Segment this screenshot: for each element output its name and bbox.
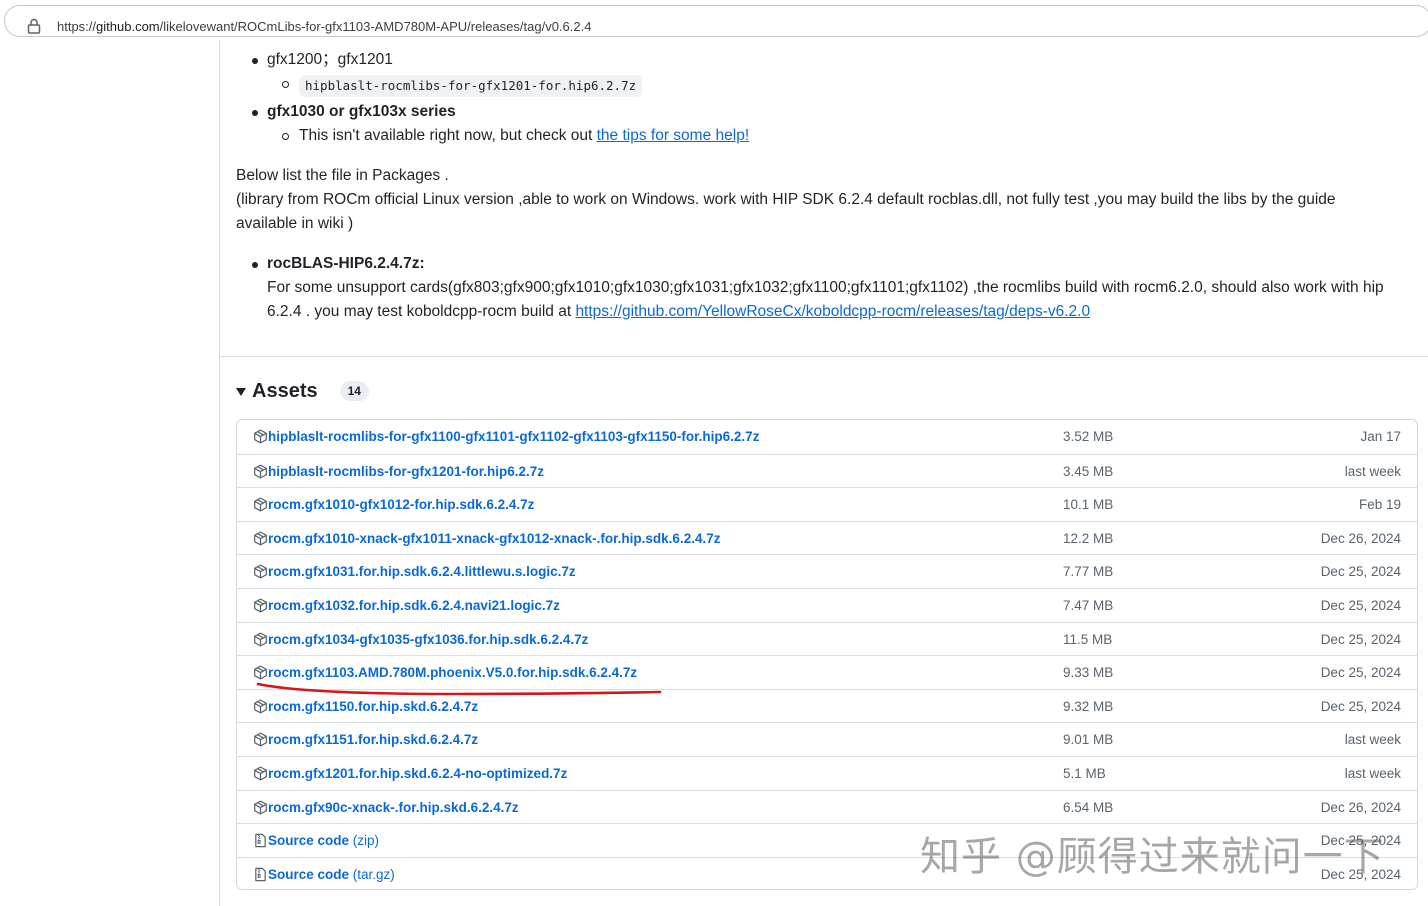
package-icon — [253, 665, 269, 681]
asset-row: rocm.gfx1010-gfx1012-for.hip.sdk.6.2.4.7… — [237, 487, 1417, 521]
asset-download-link[interactable]: rocm.gfx1010-gfx1012-for.hip.sdk.6.2.4.7… — [268, 497, 534, 512]
asset-date: last week — [1344, 732, 1401, 748]
rocblas-title: rocBLAS-HIP6.2.4.7z: — [267, 255, 425, 272]
asset-size: 11.5 MB — [1063, 631, 1113, 647]
package-icon — [253, 800, 269, 816]
package-icon — [253, 598, 269, 614]
package-icon — [253, 464, 269, 480]
asset-row: rocm.gfx1201.for.hip.skd.6.2.4-no-optimi… — [237, 755, 1417, 790]
asset-size: 5.1 MB — [1063, 765, 1106, 781]
asset-size: 6.54 MB — [1063, 799, 1114, 815]
asset-download-link[interactable]: rocm.gfx1103.AMD.780M.phoenix.V5.0.for.h… — [268, 665, 637, 680]
inline-code: hipblaslt-rocmlibs-for-gfx1201-for.hip6.… — [299, 75, 643, 97]
browser-address-bar: https://github.com/likelovewant/ROCmLibs… — [0, 0, 1428, 40]
package-icon — [253, 497, 269, 513]
package-icon — [253, 766, 269, 782]
asset-row: rocm.gfx1032.for.hip.sdk.6.2.4.navi21.lo… — [237, 587, 1417, 622]
asset-size: 9.01 MB — [1063, 732, 1114, 748]
asset-date: last week — [1344, 765, 1401, 781]
list-bullet — [252, 110, 258, 116]
url-text: https://github.com/likelovewant/ROCmLibs… — [57, 19, 592, 34]
asset-date: Dec 26, 2024 — [1320, 799, 1401, 815]
file-zip-icon — [253, 833, 269, 849]
list-item-gfx1030: gfx1030 or gfx103x series — [267, 103, 456, 120]
assets-count-badge: 14 — [339, 381, 369, 401]
asset-download-link[interactable]: rocm.gfx1201.for.hip.skd.6.2.4-no-optimi… — [268, 766, 567, 781]
asset-size: 3.45 MB — [1063, 463, 1114, 479]
asset-date: Dec 25, 2024 — [1320, 564, 1401, 580]
asset-download-link[interactable]: hipblaslt-rocmlibs-for-gfx1100-gfx1101-g… — [268, 429, 759, 444]
asset-date: Dec 25, 2024 — [1320, 665, 1401, 681]
package-icon — [253, 564, 269, 580]
asset-size: 9.32 MB — [1063, 698, 1114, 714]
asset-row: hipblaslt-rocmlibs-for-gfx1201-for.hip6.… — [237, 453, 1417, 488]
asset-row: rocm.gfx1031.for.hip.sdk.6.2.4.littlewu.… — [237, 554, 1417, 588]
asset-row: hipblaslt-rocmlibs-for-gfx1100-gfx1101-g… — [237, 420, 1417, 454]
rocblas-text: For some unsupport cards(gfx803;gfx900;g… — [267, 279, 1384, 296]
tips-link[interactable]: the tips for some help! — [597, 127, 750, 144]
asset-size: 12.2 MB — [1063, 530, 1114, 546]
asset-row: rocm.gfx1151.for.hip.skd.6.2.4.7z 9.01 MB… — [237, 722, 1417, 756]
red-underline-annotation — [256, 682, 662, 696]
packages-description-cont: available in wiki ) — [236, 215, 354, 232]
gfx1030-note: This isn't available right now, but chec… — [299, 127, 750, 144]
asset-size: 7.47 MB — [1063, 597, 1114, 613]
packages-description: (library from ROCm official Linux versio… — [236, 191, 1336, 208]
file-zip-icon — [253, 867, 269, 883]
asset-row: rocm.gfx90c-xnack-.for.hip.skd.6.2.4.7z 6… — [237, 789, 1417, 824]
asset-download-link[interactable]: rocm.gfx1010-xnack-gfx1011-xnack-gfx1012… — [268, 531, 720, 546]
asset-download-link[interactable]: Source code (zip) — [268, 833, 379, 848]
list-bullet — [252, 262, 258, 268]
asset-download-link[interactable]: hipblaslt-rocmlibs-for-gfx1201-for.hip6.… — [268, 464, 544, 479]
lock-icon — [27, 18, 41, 34]
package-icon — [253, 429, 269, 445]
asset-download-link[interactable]: rocm.gfx1150.for.hip.skd.6.2.4.7z — [268, 699, 478, 714]
section-divider — [220, 356, 1428, 357]
assets-list: hipblaslt-rocmlibs-for-gfx1100-gfx1101-g… — [236, 419, 1418, 890]
package-icon — [253, 699, 269, 715]
koboldcpp-link[interactable]: https://github.com/YellowRoseCx/koboldcp… — [575, 303, 1090, 320]
asset-size: 10.1 MB — [1063, 497, 1114, 513]
url-field[interactable]: https://github.com/likelovewant/ROCmLibs… — [4, 5, 1428, 37]
package-icon — [253, 632, 269, 648]
asset-download-link[interactable]: Source code (tar.gz) — [268, 867, 395, 882]
assets-title: Assets — [252, 379, 318, 402]
asset-date: Feb 19 — [1358, 497, 1401, 513]
assets-toggle[interactable]: Assets 14 — [236, 377, 369, 405]
asset-date: last week — [1344, 463, 1401, 479]
asset-size: 7.77 MB — [1063, 564, 1114, 580]
asset-size: 3.52 MB — [1063, 429, 1114, 444]
list-item-gfx1200: gfx1200；gfx1201 — [267, 51, 393, 68]
sublist-bullet — [282, 133, 289, 140]
sublist-bullet — [282, 81, 289, 88]
package-icon — [253, 732, 269, 748]
asset-date: Dec 26, 2024 — [1320, 530, 1401, 546]
packages-intro: Below list the file in Packages . — [236, 167, 449, 184]
asset-date: Dec 25, 2024 — [1320, 698, 1401, 714]
asset-download-link[interactable]: rocm.gfx1151.for.hip.skd.6.2.4.7z — [268, 732, 478, 747]
asset-row: rocm.gfx1010-xnack-gfx1011-xnack-gfx1012… — [237, 520, 1417, 555]
asset-size: 9.33 MB — [1063, 665, 1114, 681]
asset-download-link[interactable]: rocm.gfx1032.for.hip.sdk.6.2.4.navi21.lo… — [268, 598, 560, 613]
asset-date: Jan 17 — [1360, 429, 1401, 444]
asset-date: Dec 25, 2024 — [1320, 631, 1401, 647]
rocblas-text-cont: 6.2.4 . you may test koboldcpp-rocm buil… — [267, 303, 1091, 320]
zhihu-watermark: 知乎 @顾得过来就问一下 — [920, 834, 1385, 880]
triangle-down-icon — [236, 388, 246, 396]
asset-download-link[interactable]: rocm.gfx1034-gfx1035-gfx1036.for.hip.sdk… — [268, 632, 588, 647]
release-content: gfx1200；gfx1201 hipblaslt-rocmlibs-for-g… — [220, 40, 1428, 906]
package-icon — [253, 531, 269, 547]
asset-date: Dec 25, 2024 — [1320, 597, 1401, 613]
list-bullet — [252, 58, 258, 64]
asset-download-link[interactable]: rocm.gfx90c-xnack-.for.hip.skd.6.2.4.7z — [268, 800, 519, 815]
asset-download-link[interactable]: rocm.gfx1031.for.hip.sdk.6.2.4.littlewu.… — [268, 564, 576, 579]
asset-row: rocm.gfx1034-gfx1035-gfx1036.for.hip.sdk… — [237, 621, 1417, 656]
